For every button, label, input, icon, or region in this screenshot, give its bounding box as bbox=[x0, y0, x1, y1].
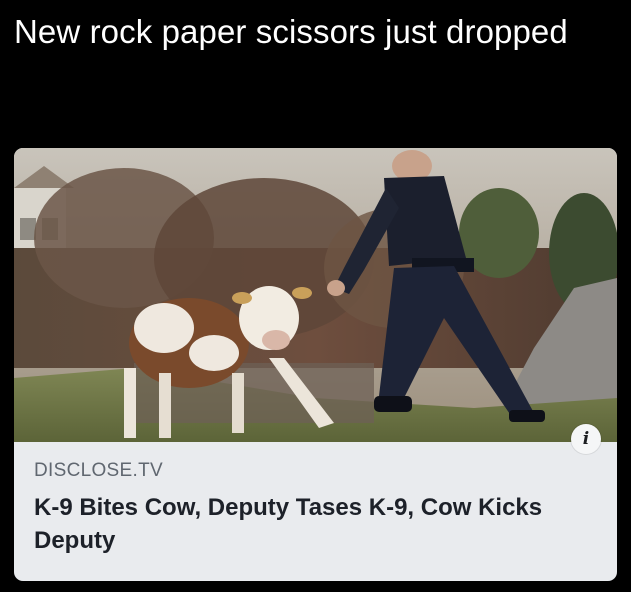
link-preview-card[interactable]: i DISCLOSE.TV K-9 Bites Cow, Deputy Tase… bbox=[14, 148, 617, 581]
post-caption: New rock paper scissors just dropped bbox=[14, 13, 568, 50]
link-meta: DISCLOSE.TV K-9 Bites Cow, Deputy Tases … bbox=[34, 459, 577, 557]
info-icon: i bbox=[582, 429, 590, 449]
info-button[interactable]: i bbox=[571, 424, 601, 454]
link-domain: DISCLOSE.TV bbox=[34, 460, 163, 481]
link-headline[interactable]: K-9 Bites Cow, Deputy Tases K-9, Cow Kic… bbox=[34, 491, 577, 557]
link-preview-image[interactable] bbox=[14, 148, 617, 442]
